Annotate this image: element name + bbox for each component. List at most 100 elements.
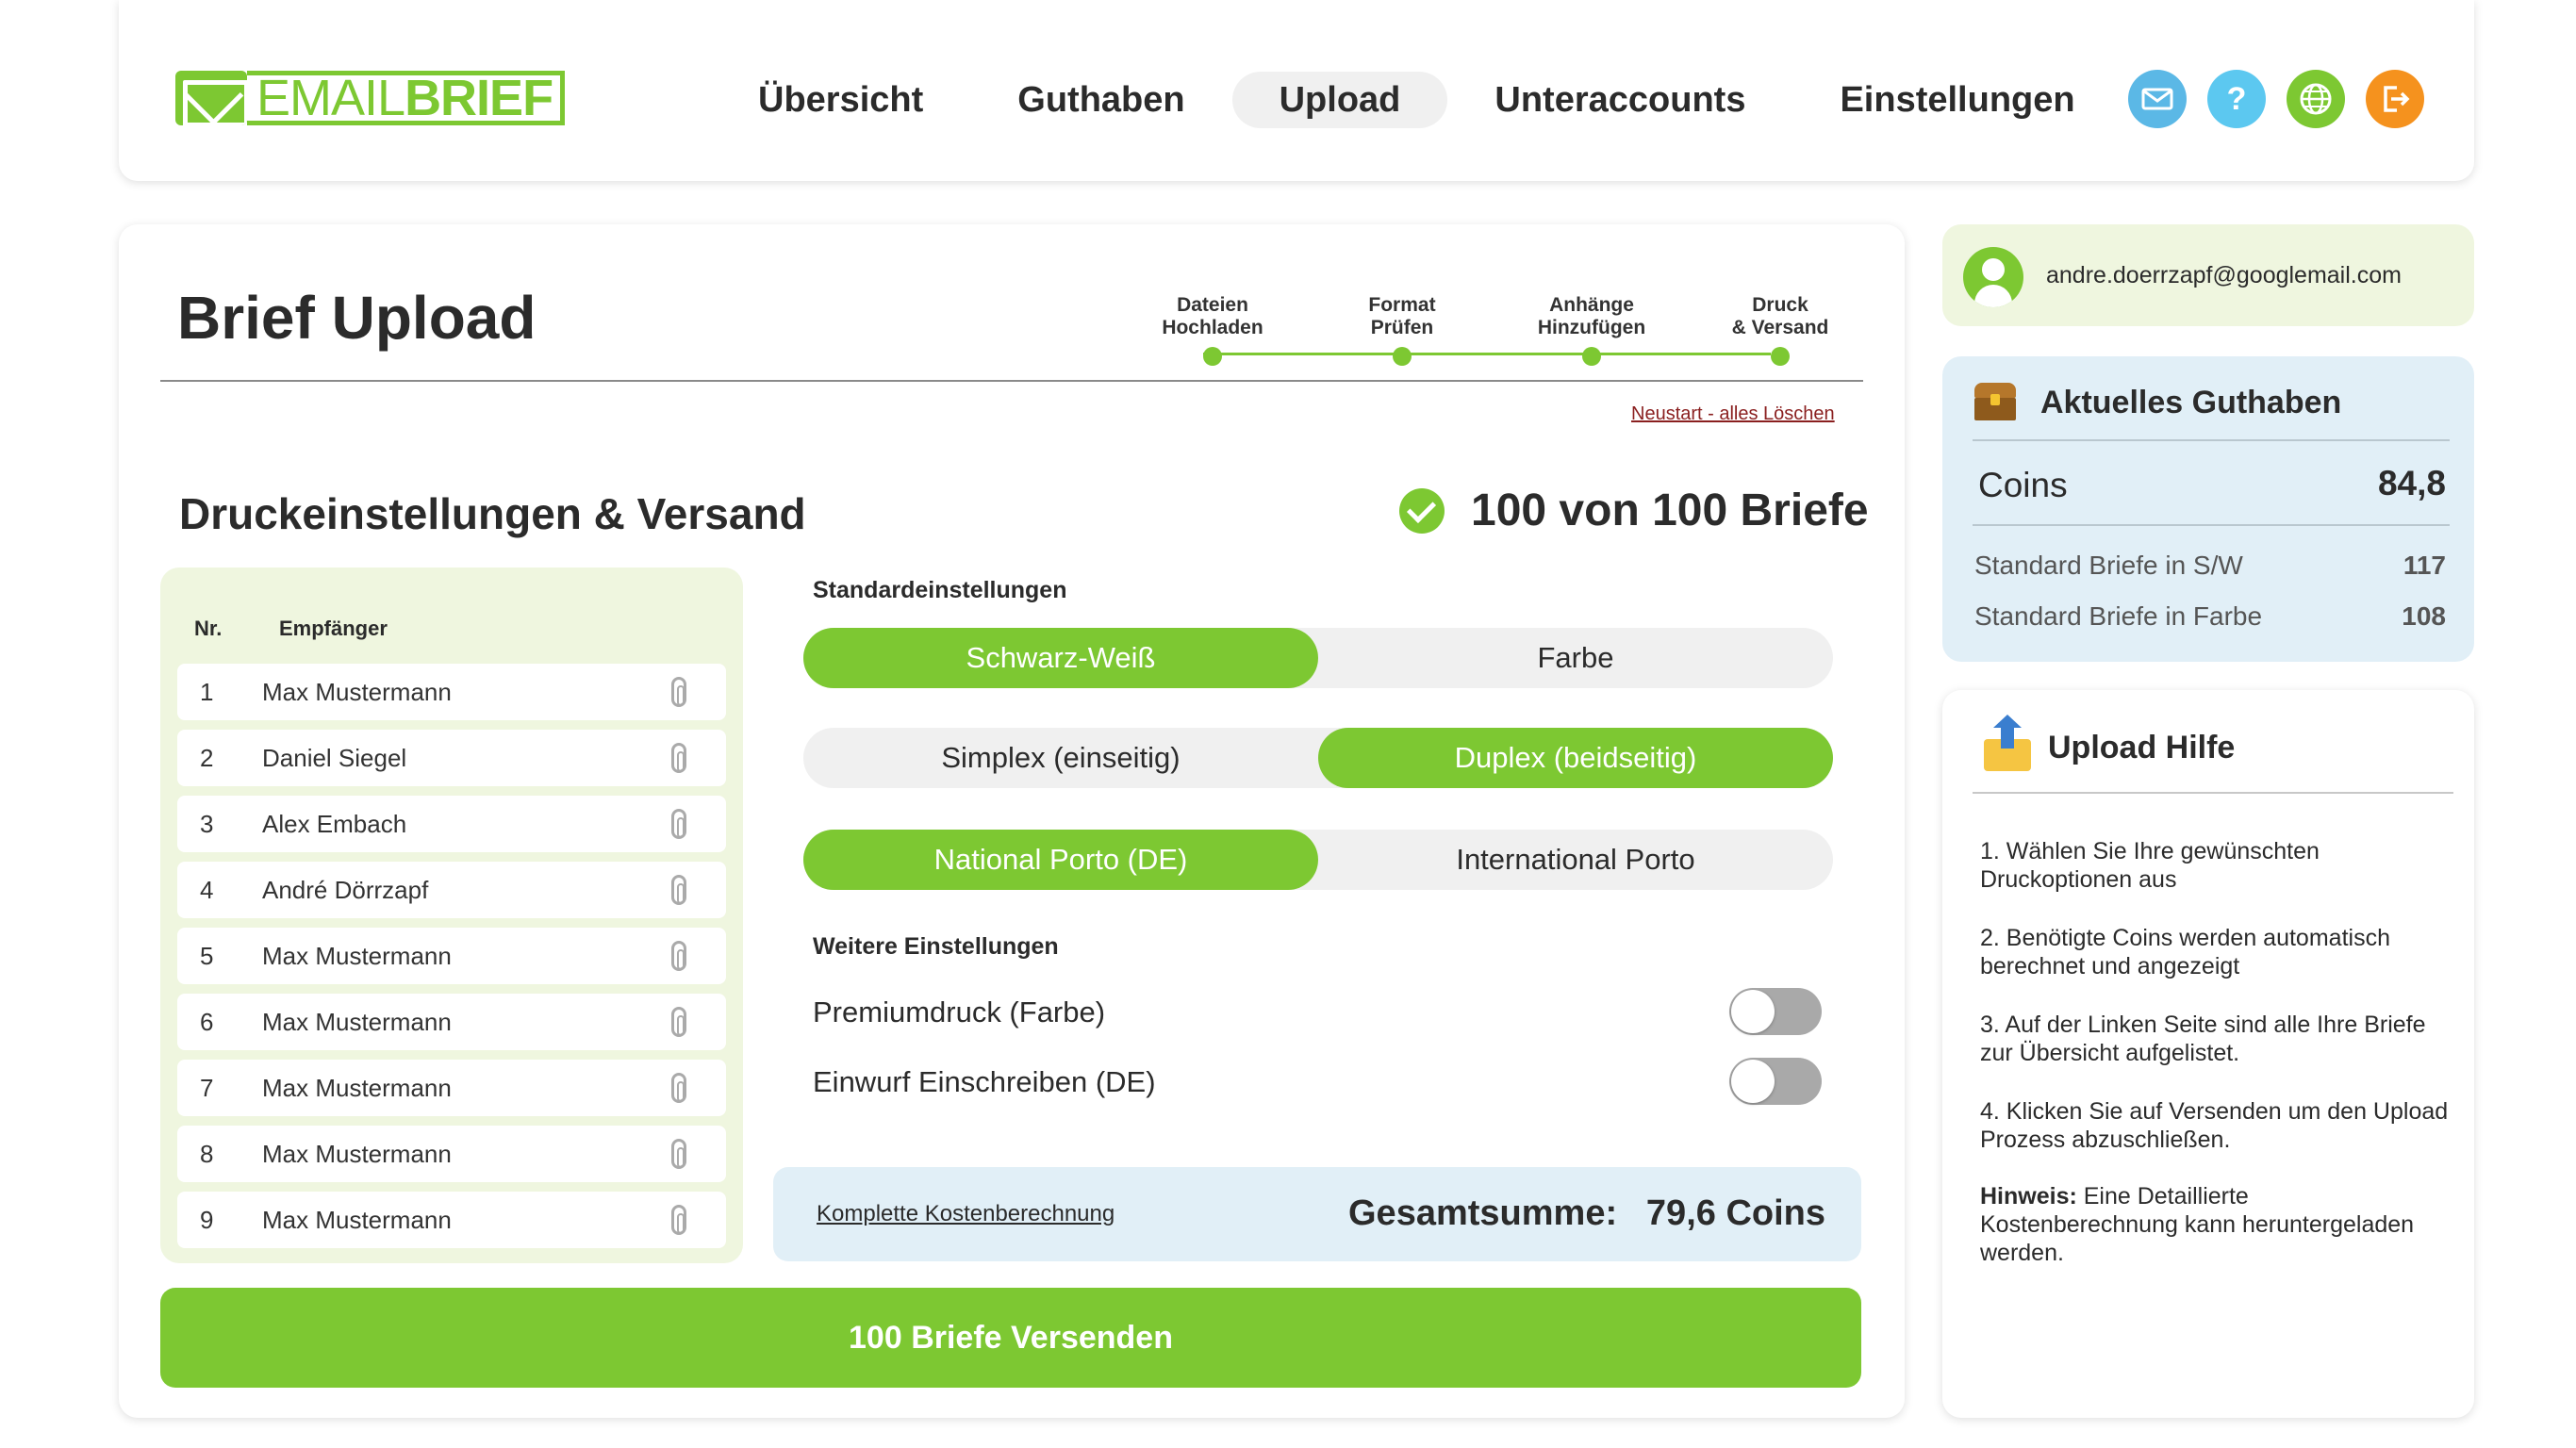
row-name: Max Mustermann: [262, 1205, 452, 1234]
option-schwarz-weiss[interactable]: Schwarz-Weiß: [803, 628, 1318, 688]
cost-summary: Komplette Kostenberechnung Gesamtsumme: …: [773, 1167, 1861, 1261]
steps-line: [1203, 353, 1771, 355]
step-label-line1: Format: [1368, 294, 1436, 316]
table-row[interactable]: 5 Max Mustermann: [177, 928, 726, 984]
total-label: Gesamtsumme:: [1348, 1193, 1618, 1233]
option-duplex[interactable]: Duplex (beidseitig): [1318, 728, 1833, 788]
step-dot: [1203, 347, 1222, 366]
nav-uebersicht[interactable]: Übersicht: [711, 72, 970, 128]
help-title: Upload Hilfe: [2048, 730, 2236, 765]
balance-divider: [1973, 524, 2450, 526]
table-row[interactable]: 3 Alex Embach: [177, 796, 726, 852]
table-row[interactable]: 9 Max Mustermann: [177, 1192, 726, 1248]
hint-label: Hinweis:: [1980, 1183, 2077, 1209]
paperclip-icon[interactable]: [671, 1205, 686, 1235]
option-farbe[interactable]: Farbe: [1318, 628, 1833, 688]
help-item-2: 2. Benötigte Coins werden automatisch be…: [1980, 925, 2390, 979]
paperclip-icon[interactable]: [671, 875, 686, 905]
logout-icon[interactable]: [2366, 70, 2424, 128]
upload-help-panel: Upload Hilfe 1. Wählen Sie Ihre gewünsch…: [1942, 690, 2474, 1418]
nav-einstellungen[interactable]: Einstellungen: [1792, 72, 2122, 128]
table-row[interactable]: 7 Max Mustermann: [177, 1060, 726, 1116]
cost-breakdown-link[interactable]: Komplette Kostenberechnung: [817, 1201, 1115, 1227]
row-name: Daniel Siegel: [262, 743, 407, 772]
option-simplex[interactable]: Simplex (einseitig): [803, 728, 1318, 788]
step-label-line1: Dateien: [1177, 294, 1248, 316]
table-row[interactable]: 1 Max Mustermann: [177, 664, 726, 720]
step-anhaenge-hinzufuegen[interactable]: Anhänge Hinzufügen: [1516, 287, 1667, 366]
table-row[interactable]: 6 Max Mustermann: [177, 994, 726, 1050]
reset-link[interactable]: Neustart - alles Löschen: [1631, 403, 1835, 425]
header-actions: ?: [2128, 70, 2424, 128]
sw-letters-value: 117: [2403, 551, 2446, 580]
row-name: Max Mustermann: [262, 1073, 452, 1102]
help-item-3: 3. Auf der Linken Seite sind alle Ihre B…: [1980, 1012, 2426, 1066]
premiumdruck-switch[interactable]: [1729, 988, 1822, 1035]
help-item-4: 4. Klicken Sie auf Versenden um den Uplo…: [1980, 1098, 2449, 1153]
step-dot: [1393, 347, 1412, 366]
nav-unteraccounts[interactable]: Unteraccounts: [1447, 72, 1792, 128]
nav-guthaben[interactable]: Guthaben: [970, 72, 1231, 128]
paperclip-icon[interactable]: [671, 809, 686, 839]
row-nr: 4: [200, 875, 214, 904]
progress-steps: Dateien Hochladen Format Prüfen Anhänge Hin…: [1156, 287, 1835, 371]
recipient-list: Nr. Empfänger 1 Max Mustermann 2 Daniel Si…: [160, 568, 743, 1263]
einschreiben-label: Einwurf Einschreiben (DE): [813, 1065, 1156, 1098]
balance-divider: [1973, 439, 2450, 441]
help-item-1: 1. Wählen Sie Ihre gewünschten Druckopti…: [1980, 838, 2320, 893]
row-nr: 8: [200, 1139, 214, 1168]
paperclip-icon[interactable]: [671, 1007, 686, 1037]
table-row[interactable]: 8 Max Mustermann: [177, 1126, 726, 1182]
nav-upload[interactable]: Upload: [1231, 72, 1448, 128]
title-divider: [160, 380, 1863, 382]
option-international-porto[interactable]: International Porto: [1318, 830, 1833, 890]
row-name: Max Mustermann: [262, 941, 452, 970]
row-nr: 5: [200, 941, 214, 970]
logo-wordmark: EMAIL BRIEF: [247, 71, 566, 125]
row-name: André Dörrzapf: [262, 875, 429, 904]
check-circle-icon: [1399, 487, 1445, 534]
paperclip-icon[interactable]: [671, 941, 686, 971]
row-nr: 9: [200, 1205, 214, 1234]
table-row[interactable]: 4 André Dörrzapf: [177, 862, 726, 918]
paperclip-icon[interactable]: [671, 677, 686, 707]
step-druck-versand[interactable]: Druck & Versand: [1705, 287, 1856, 366]
table-row[interactable]: 2 Daniel Siegel: [177, 730, 726, 786]
help-hint: Hinweis: Eine Detaillierte Kostenberechn…: [1980, 1182, 2452, 1267]
further-settings-label: Weitere Einstellungen: [813, 933, 1059, 960]
page-title: Brief Upload: [177, 284, 537, 352]
top-header: EMAIL BRIEF Übersicht Guthaben Upload Unt…: [119, 0, 2474, 181]
paperclip-icon[interactable]: [671, 743, 686, 773]
total-value: 79,6 Coins: [1645, 1193, 1825, 1233]
einschreiben-switch[interactable]: [1729, 1058, 1822, 1105]
emailbrief-logo[interactable]: EMAIL BRIEF: [175, 68, 566, 128]
standard-settings-label: Standardeinstellungen: [813, 577, 1067, 603]
treasure-chest-icon: [1974, 383, 2016, 420]
color-letters-value: 108: [2402, 601, 2446, 631]
coins-label: Coins: [1978, 466, 2068, 504]
step-label-line2: & Versand: [1731, 317, 1829, 338]
step-dateien-hochladen[interactable]: Dateien Hochladen: [1137, 287, 1288, 366]
row-name: Max Mustermann: [262, 1007, 452, 1036]
balance-title: Aktuelles Guthaben: [2040, 385, 2342, 420]
step-dot: [1771, 347, 1790, 366]
row-nr: 3: [200, 809, 214, 838]
globe-icon[interactable]: [2287, 70, 2345, 128]
option-national-porto[interactable]: National Porto (DE): [803, 830, 1318, 890]
col-empfaenger: Empfänger: [279, 617, 388, 640]
step-label-line1: Anhänge: [1549, 294, 1634, 316]
paperclip-icon[interactable]: [671, 1139, 686, 1169]
step-label-line2: Prüfen: [1370, 317, 1434, 338]
main-nav: Übersicht Guthaben Upload Unteraccounts …: [711, 72, 2122, 128]
send-letters-button[interactable]: 100 Briefe Versenden: [160, 1288, 1861, 1388]
row-nr: 7: [200, 1073, 214, 1102]
upload-card: Brief Upload Dateien Hochladen Format Prüf…: [119, 224, 1905, 1418]
help-icon[interactable]: ?: [2207, 70, 2266, 128]
user-account-box[interactable]: andre.doerrzapf@googlemail.com: [1942, 224, 2474, 326]
paperclip-icon[interactable]: [671, 1073, 686, 1103]
row-nr: 2: [200, 743, 214, 772]
mail-icon[interactable]: [2128, 70, 2187, 128]
balance-panel: Aktuelles Guthaben Coins 84,8 Standard B…: [1942, 356, 2474, 662]
row-name: Max Mustermann: [262, 677, 452, 706]
step-format-pruefen[interactable]: Format Prüfen: [1327, 287, 1478, 366]
